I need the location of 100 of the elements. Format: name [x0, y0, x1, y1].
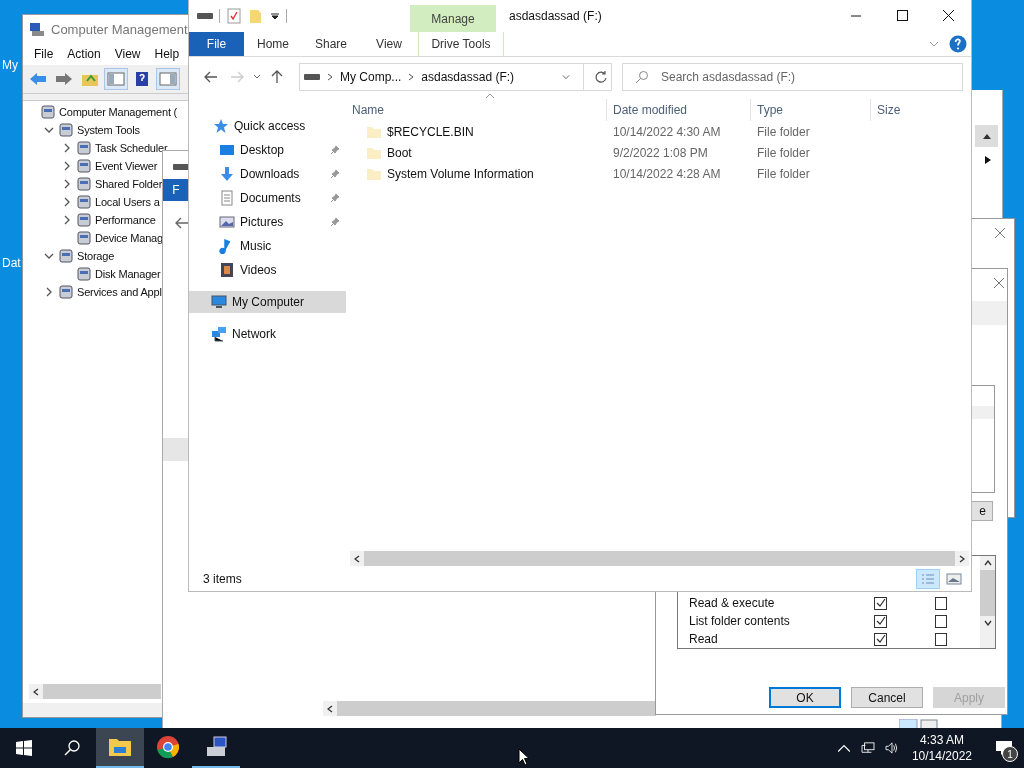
tree-item[interactable]: Services and Appl: [77, 286, 162, 298]
nav-item[interactable]: My Computer: [189, 291, 346, 313]
file-name[interactable]: $RECYCLE.BIN: [387, 124, 474, 139]
properties-icon[interactable]: [226, 8, 242, 24]
search-field[interactable]: Search asdasdassad (F:): [622, 63, 963, 91]
tool-icon: [58, 284, 74, 300]
tool-icon: [76, 158, 92, 174]
scroll-up-button[interactable]: [975, 125, 998, 147]
deny-checkbox[interactable]: [934, 596, 947, 610]
window-title: Computer Management: [51, 21, 188, 37]
ribbon-tab[interactable]: View: [360, 32, 418, 56]
expand-ribbon-icon[interactable]: [929, 40, 939, 48]
tree-item[interactable]: Device Manag: [95, 232, 163, 244]
scroll-up-icon[interactable]: [983, 560, 992, 566]
tree-item[interactable]: Task Scheduler: [95, 142, 168, 154]
tree-item[interactable]: Event Viewer: [95, 160, 158, 172]
status-text: 3 items: [203, 572, 242, 586]
file-name[interactable]: System Volume Information: [387, 166, 534, 181]
pin-icon[interactable]: [330, 193, 340, 203]
context-tab-header: Manage: [410, 5, 496, 32]
tree-item[interactable]: Local Users a: [95, 196, 160, 208]
nav-item[interactable]: Pictures: [189, 211, 346, 233]
horizontal-scrollbar[interactable]: [350, 551, 969, 566]
menu-item[interactable]: File: [27, 47, 61, 61]
column-header[interactable]: Size: [871, 99, 951, 121]
mouse-cursor-icon: [518, 748, 530, 766]
horizontal-scrollbar[interactable]: [29, 684, 161, 699]
address-bar[interactable]: My Comp... asdasdassad (F:): [299, 63, 612, 91]
permission-name: Read: [689, 632, 719, 646]
tree-item[interactable]: Computer Management (: [59, 106, 178, 118]
allow-checkbox[interactable]: [874, 614, 887, 628]
folder-icon[interactable]: [96, 728, 144, 768]
ribbon-tab[interactable]: Home: [244, 32, 302, 56]
table-cell-text: File folder: [756, 166, 811, 181]
tool-icon: [76, 140, 92, 156]
picture-icon: [219, 214, 235, 230]
tool-icon: [76, 230, 92, 246]
horizontal-scrollbar[interactable]: [323, 701, 656, 716]
column-header[interactable]: Date modified: [607, 99, 751, 121]
vertical-scrollbar[interactable]: [980, 556, 995, 648]
nav-item[interactable]: Documents: [189, 187, 346, 209]
permission-name: List folder contents: [689, 614, 791, 628]
recent-locations-icon[interactable]: [253, 74, 261, 80]
drive-icon: [173, 163, 189, 171]
document-icon: [219, 190, 235, 206]
tool-icon: [58, 248, 74, 264]
ok-button[interactable]: OK: [769, 687, 841, 708]
menu-item[interactable]: Action: [60, 47, 108, 61]
allow-checkbox[interactable]: [874, 632, 887, 646]
help-icon[interactable]: [949, 35, 967, 53]
table-cell-text: File folder: [756, 145, 811, 160]
panel-strip: [163, 438, 189, 461]
tree-item[interactable]: Disk Manager: [95, 268, 161, 280]
desktop-icon: [219, 142, 235, 158]
breadcrumb[interactable]: asdasdassad (F:): [421, 70, 515, 84]
file-name[interactable]: Boot: [387, 145, 412, 160]
deny-checkbox[interactable]: [934, 614, 947, 628]
scroll-down-icon[interactable]: [983, 620, 992, 626]
download-icon: [219, 166, 235, 182]
pin-icon[interactable]: [330, 217, 340, 227]
clock-date[interactable]: 10/14/2022: [911, 748, 972, 764]
tool-icon: [76, 266, 92, 282]
large-icons-view-icon[interactable]: [943, 570, 965, 588]
file-tab[interactable]: File: [189, 32, 244, 56]
video-icon: [219, 262, 235, 278]
table-cell-text: File folder: [756, 124, 811, 139]
pin-icon[interactable]: [330, 145, 340, 155]
dialog-button[interactable]: Cancel: [851, 687, 923, 708]
desktop-icon-label[interactable]: My: [2, 58, 18, 72]
close-icon[interactable]: [993, 277, 1005, 289]
tool-icon: [40, 104, 56, 120]
nav-item[interactable]: Music: [189, 235, 346, 257]
nav-item[interactable]: Downloads: [189, 163, 346, 185]
tree-item[interactable]: System Tools: [77, 124, 140, 136]
tree-item[interactable]: Performance: [95, 214, 156, 226]
dropdown-icon[interactable]: [270, 12, 280, 20]
tree-item[interactable]: Shared Folder: [95, 178, 163, 190]
window-title: asdasdassad (F:): [509, 9, 603, 23]
desktop-icon-label[interactable]: Dat: [2, 256, 21, 270]
close-icon[interactable]: [994, 227, 1006, 239]
menu-item[interactable]: Help: [147, 47, 187, 61]
nav-item[interactable]: Network: [189, 323, 346, 345]
right-triangle-icon[interactable]: [984, 155, 992, 165]
tree-item[interactable]: Storage: [77, 250, 115, 262]
deny-checkbox[interactable]: [934, 632, 947, 646]
back-arrow-icon[interactable]: [175, 217, 189, 229]
nav-item[interactable]: Desktop: [189, 139, 346, 161]
column-header[interactable]: Name: [346, 99, 607, 121]
pin-icon[interactable]: [330, 169, 340, 179]
menu-item[interactable]: View: [107, 47, 148, 61]
column-header[interactable]: Type: [751, 99, 871, 121]
nav-item[interactable]: Quick access: [189, 115, 346, 137]
file-tab[interactable]: F: [163, 179, 189, 201]
permission-name: Read & execute: [689, 596, 776, 610]
tool-icon: [76, 176, 92, 192]
breadcrumb[interactable]: My Comp...: [340, 70, 402, 84]
nav-item[interactable]: Videos: [189, 259, 346, 281]
ribbon-tab[interactable]: Share: [302, 32, 360, 56]
allow-checkbox[interactable]: [874, 596, 887, 610]
clock-time[interactable]: 4:33 AM: [919, 732, 964, 748]
